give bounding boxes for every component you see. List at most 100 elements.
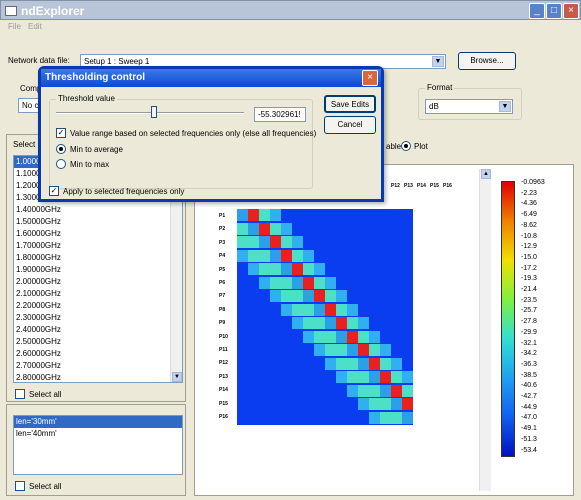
minimize-icon[interactable]: _: [529, 3, 545, 19]
menu-file[interactable]: File: [8, 22, 21, 31]
matrix-cell[interactable]: [281, 222, 292, 235]
frequency-item[interactable]: 1.70000GHz: [14, 240, 182, 252]
value-range-checkbox[interactable]: ✓: [56, 128, 66, 138]
matrix-cell[interactable]: [237, 249, 248, 262]
matrix-cell[interactable]: [314, 330, 325, 343]
matrix-cell[interactable]: [303, 290, 314, 302]
menu-edit[interactable]: Edit: [28, 22, 42, 31]
matrix-cell[interactable]: [259, 249, 270, 262]
matrix-cell[interactable]: [292, 236, 303, 248]
frequency-item[interactable]: 1.80000GHz: [14, 252, 182, 264]
matrix-cell[interactable]: [402, 384, 413, 397]
variation-item[interactable]: len='30mm': [14, 416, 182, 428]
variation-list[interactable]: len='30mm' len='40mm': [13, 415, 183, 475]
chevron-down-icon[interactable]: ▼: [499, 101, 511, 112]
frequency-item[interactable]: 1.40000GHz: [14, 204, 182, 216]
matrix-cell[interactable]: [270, 236, 281, 248]
matrix-cell[interactable]: [325, 317, 336, 329]
matrix-cell[interactable]: [402, 411, 413, 424]
matrix-cell[interactable]: [281, 263, 292, 275]
matrix-cell[interactable]: [259, 263, 270, 275]
matrix-cell[interactable]: [270, 290, 281, 302]
plot-scrollbar[interactable]: ▲: [479, 169, 491, 491]
s-parameter-matrix[interactable]: [237, 209, 413, 425]
matrix-cell[interactable]: [303, 303, 314, 316]
frequency-item[interactable]: 1.90000GHz: [14, 264, 182, 276]
matrix-cell[interactable]: [391, 398, 402, 410]
frequency-item[interactable]: 2.30000GHz: [14, 312, 182, 324]
matrix-cell[interactable]: [347, 317, 358, 329]
matrix-cell[interactable]: [237, 222, 248, 235]
matrix-cell[interactable]: [347, 384, 358, 397]
matrix-cell[interactable]: [336, 303, 347, 316]
frequency-item[interactable]: 2.00000GHz: [14, 276, 182, 288]
matrix-cell[interactable]: [380, 411, 391, 424]
plot-radio[interactable]: [401, 141, 411, 151]
select-all-checkbox[interactable]: [15, 389, 25, 399]
matrix-cell[interactable]: [380, 398, 391, 410]
matrix-cell[interactable]: [391, 411, 402, 424]
matrix-cell[interactable]: [292, 276, 303, 289]
matrix-cell[interactable]: [314, 303, 325, 316]
matrix-cell[interactable]: [314, 317, 325, 329]
matrix-cell[interactable]: [347, 303, 358, 316]
matrix-cell[interactable]: [325, 290, 336, 302]
matrix-cell[interactable]: [270, 209, 281, 221]
matrix-cell[interactable]: [270, 263, 281, 275]
frequency-item[interactable]: 2.40000GHz: [14, 324, 182, 336]
apply-selected-checkbox[interactable]: ✓: [49, 186, 59, 196]
matrix-cell[interactable]: [391, 384, 402, 397]
matrix-cell[interactable]: [358, 317, 369, 329]
matrix-cell[interactable]: [347, 344, 358, 356]
matrix-cell[interactable]: [314, 344, 325, 356]
matrix-cell[interactable]: [380, 344, 391, 356]
matrix-cell[interactable]: [292, 263, 303, 275]
matrix-cell[interactable]: [259, 276, 270, 289]
matrix-cell[interactable]: [358, 344, 369, 356]
matrix-cell[interactable]: [248, 263, 259, 275]
matrix-cell[interactable]: [237, 236, 248, 248]
matrix-cell[interactable]: [303, 263, 314, 275]
matrix-cell[interactable]: [358, 398, 369, 410]
matrix-cell[interactable]: [237, 209, 248, 221]
matrix-cell[interactable]: [369, 344, 380, 356]
matrix-cell[interactable]: [303, 317, 314, 329]
matrix-cell[interactable]: [248, 222, 259, 235]
matrix-cell[interactable]: [270, 276, 281, 289]
matrix-cell[interactable]: [292, 317, 303, 329]
matrix-cell[interactable]: [281, 249, 292, 262]
matrix-cell[interactable]: [380, 371, 391, 383]
min-to-average-radio[interactable]: [56, 144, 66, 154]
matrix-cell[interactable]: [336, 344, 347, 356]
scroll-down-icon[interactable]: ▼: [172, 372, 182, 382]
matrix-cell[interactable]: [369, 384, 380, 397]
matrix-cell[interactable]: [281, 276, 292, 289]
matrix-cell[interactable]: [347, 371, 358, 383]
frequency-item[interactable]: 2.10000GHz: [14, 288, 182, 300]
matrix-cell[interactable]: [369, 411, 380, 424]
matrix-cell[interactable]: [402, 371, 413, 383]
matrix-cell[interactable]: [369, 357, 380, 370]
matrix-cell[interactable]: [303, 330, 314, 343]
frequency-item[interactable]: 2.20000GHz: [14, 300, 182, 312]
save-edits-button[interactable]: Save Edits: [324, 95, 376, 113]
matrix-cell[interactable]: [336, 371, 347, 383]
matrix-cell[interactable]: [358, 384, 369, 397]
matrix-cell[interactable]: [402, 398, 413, 410]
format-combo[interactable]: dB ▼: [425, 99, 513, 114]
matrix-cell[interactable]: [281, 303, 292, 316]
scroll-up-icon[interactable]: ▲: [481, 169, 491, 179]
plot-area[interactable]: ▲ P12 P13 P14 P15 P16 P1 P2 P3 P4 P5 P6 P7 P8 P9 P10 P…: [194, 164, 574, 496]
frequency-item[interactable]: 2.70000GHz: [14, 360, 182, 372]
frequency-item[interactable]: 2.50000GHz: [14, 336, 182, 348]
matrix-cell[interactable]: [391, 371, 402, 383]
matrix-cell[interactable]: [347, 357, 358, 370]
matrix-cell[interactable]: [325, 330, 336, 343]
matrix-cell[interactable]: [270, 249, 281, 262]
matrix-cell[interactable]: [380, 357, 391, 370]
matrix-cell[interactable]: [281, 236, 292, 248]
matrix-cell[interactable]: [314, 276, 325, 289]
close-icon[interactable]: ×: [563, 3, 579, 19]
matrix-cell[interactable]: [303, 249, 314, 262]
frequency-item[interactable]: 1.50000GHz: [14, 216, 182, 228]
